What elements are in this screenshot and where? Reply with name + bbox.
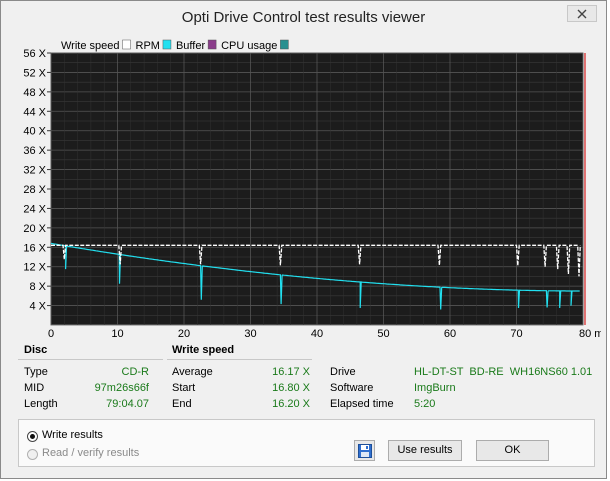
disc-length-value: 79:04.07 <box>106 398 149 410</box>
legend-swatch <box>207 39 217 50</box>
y-tick-label: 48 X <box>23 87 46 99</box>
y-tick-label: 40 X <box>23 126 46 138</box>
y-tick-label: 52 X <box>23 67 46 79</box>
floppy-disk-icon <box>357 443 372 458</box>
speed-chart: 56 X 52 X 48 X 44 X 40 X 36 X 32 X 28 X 24 X 20 X… <box>9 37 610 340</box>
save-button[interactable] <box>354 440 375 461</box>
legend-label: Buffer <box>176 40 205 52</box>
y-tick-label: 44 X <box>23 106 46 118</box>
average-label: Average <box>172 366 213 378</box>
y-tick-label: 56 X <box>23 48 46 60</box>
legend-label: RPM <box>136 40 160 52</box>
close-icon <box>577 9 587 18</box>
drive-label: Drive <box>330 366 356 378</box>
software-value: ImgBurn <box>414 382 456 394</box>
ok-button[interactable]: OK <box>476 440 549 461</box>
read-verify-results-label[interactable]: Read / verify results <box>42 447 139 459</box>
x-tick-label: 40 <box>311 328 323 340</box>
end-label: End <box>172 398 192 410</box>
read-verify-results-radio[interactable] <box>27 449 38 460</box>
end-value: 16.20 X <box>272 398 310 410</box>
start-value: 16.80 X <box>272 382 310 394</box>
radio-selected-dot <box>30 434 35 439</box>
write-speed-separator <box>167 359 312 360</box>
x-tick-label: 30 <box>244 328 256 340</box>
y-tick-label: 12 X <box>23 262 46 274</box>
disc-type-value: CD-R <box>121 366 150 378</box>
disc-separator <box>18 359 163 360</box>
use-results-button[interactable]: Use results <box>388 440 462 461</box>
disc-section-title: Disc <box>24 344 48 356</box>
x-tick-label: 70 <box>510 328 522 340</box>
legend-label: Write speed <box>61 40 120 52</box>
y-tick-label: 20 X <box>23 223 46 235</box>
x-tick-label: 10 <box>111 328 123 340</box>
results-viewer-window: Opti Drive Control test results viewer 5… <box>0 0 610 479</box>
write-speed-section-title: Write speed <box>172 344 235 356</box>
x-tick-label: 60 <box>444 328 456 340</box>
legend-label: CPU usage <box>221 40 277 52</box>
disc-mid-value: 97m26s66f <box>94 382 149 394</box>
window-title: Opti Drive Control test results viewer <box>181 9 426 26</box>
write-results-radio[interactable] <box>27 431 38 442</box>
y-tick-label: 8 X <box>29 281 46 293</box>
y-tick-label: 36 X <box>23 145 46 157</box>
x-tick-label: 50 <box>377 328 389 340</box>
disc-mid-label: MID <box>24 382 45 394</box>
close-button[interactable] <box>567 5 597 22</box>
disc-length-label: Length <box>24 398 58 410</box>
speed-chart-svg: 56 X 52 X 48 X 44 X 40 X 36 X 32 X 28 X 24 X 20 X… <box>23 39 610 340</box>
elapsed-time-value: 5:20 <box>414 398 436 410</box>
legend-swatch <box>162 39 172 50</box>
average-value: 16.17 X <box>272 366 310 378</box>
legend-swatch <box>122 39 131 50</box>
elapsed-time-label: Elapsed time <box>330 398 394 410</box>
x-tick-label: 0 <box>48 328 54 340</box>
software-label: Software <box>330 382 374 394</box>
y-tick-label: 32 X <box>23 165 46 177</box>
drive-value: HL-DT-ST BD-RE WH16NS60 1.01 <box>414 366 593 378</box>
legend-swatch <box>280 39 289 50</box>
y-tick-label: 16 X <box>23 242 46 254</box>
x-tick-label: 80 min <box>579 328 601 340</box>
write-results-label[interactable]: Write results <box>42 429 103 441</box>
x-tick-label: 20 <box>178 328 190 340</box>
title-bar: Opti Drive Control test results viewer <box>1 1 606 35</box>
y-tick-label: 28 X <box>23 184 46 196</box>
y-tick-label: 4 X <box>29 301 46 313</box>
disc-type-label: Type <box>24 366 48 378</box>
y-tick-label: 24 X <box>23 203 46 215</box>
start-label: Start <box>172 382 196 394</box>
